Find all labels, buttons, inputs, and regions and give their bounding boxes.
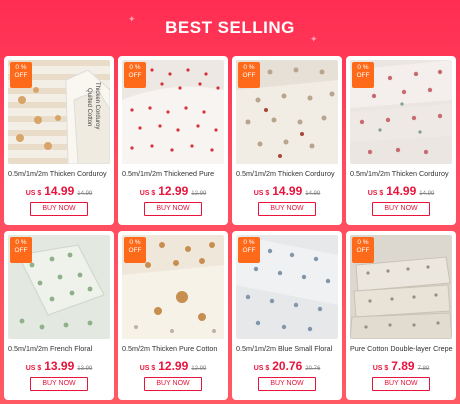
buy-now-button[interactable]: BUY NOW	[258, 377, 316, 391]
product-title[interactable]: 0.5m/1m/2m Thickened Pure	[121, 169, 225, 178]
old-price: 14.99	[77, 191, 93, 197]
price-row: US $ 12.99 12.99	[140, 359, 207, 373]
currency-label: US $	[25, 365, 42, 372]
price-row: US $ 12.99 12.99	[140, 184, 207, 198]
price-row: US $ 7.89 7.89	[373, 359, 430, 373]
price-row: US $ 13.99 13.99	[26, 359, 93, 373]
old-price: 20.76	[305, 366, 321, 372]
buy-now-button[interactable]: BUY NOW	[30, 202, 88, 216]
price: 12.99	[158, 184, 189, 198]
sparkle-icon: ✦	[310, 34, 318, 44]
currency-label: US $	[367, 190, 384, 197]
currency-label: US $	[139, 190, 156, 197]
discount-badge: 0 % OFF	[352, 237, 374, 263]
product-image[interactable]: 0 % OFF	[350, 235, 452, 339]
banner: ✦ ✦ BEST SELLING	[0, 0, 460, 56]
product-image[interactable]: 0 % OFF Thicken Corduroy Quilted Cotton	[8, 60, 110, 164]
price-row: US $ 20.76 20.76	[254, 359, 321, 373]
discount-badge: 0 % OFF	[124, 237, 146, 263]
product-card[interactable]: 0 % OFF 0.5m/1m/2m Thicken Corduroy US $ …	[232, 56, 342, 225]
product-title[interactable]: Pure Cotton Double-layer Crepe	[349, 344, 453, 353]
product-image[interactable]: 0 % OFF	[350, 60, 452, 164]
price: 7.89	[391, 359, 415, 373]
product-image[interactable]: 0 % OFF	[236, 235, 338, 339]
old-price: 13.99	[77, 366, 93, 372]
price: 14.99	[386, 184, 417, 198]
discount-badge: 0 % OFF	[10, 62, 32, 88]
image-caption: Thicken Corduroy	[94, 82, 100, 130]
price-row: US $ 14.99 14.99	[254, 184, 321, 198]
product-card[interactable]: 0 % OFF Pure Cotton Double-layer Crepe US…	[346, 231, 456, 400]
discount-badge: 0 % OFF	[352, 62, 374, 88]
buy-now-button[interactable]: BUY NOW	[372, 202, 430, 216]
product-image[interactable]: 0 % OFF	[8, 235, 110, 339]
old-price: 12.99	[191, 366, 207, 372]
product-card[interactable]: 0 % OFF 0.5m/1m/2m Blue Small Floral US $…	[232, 231, 342, 400]
discount-badge: 0 % OFF	[238, 237, 260, 263]
price: 12.99	[158, 359, 189, 373]
old-price: 14.99	[419, 191, 435, 197]
product-title[interactable]: 0.5m/1m/2m Thicken Corduroy	[7, 169, 111, 178]
discount-badge: 0 % OFF	[238, 62, 260, 88]
currency-label: US $	[253, 190, 270, 197]
price-row: US $ 14.99 14.99	[368, 184, 435, 198]
image-caption: Quilted Cotton	[86, 88, 92, 127]
price: 14.99	[44, 184, 75, 198]
product-card[interactable]: 0 % OFF Thicken Corduroy Quilted Cotton 0…	[4, 56, 114, 225]
product-title[interactable]: 0.5m/2m Thicken Pure Cotton	[121, 344, 225, 353]
discount-badge: 0 % OFF	[124, 62, 146, 88]
price: 13.99	[44, 359, 75, 373]
buy-now-button[interactable]: BUY NOW	[30, 377, 88, 391]
price-row: US $ 14.99 14.99	[26, 184, 93, 198]
price: 14.99	[272, 184, 303, 198]
buy-now-button[interactable]: BUY NOW	[144, 202, 202, 216]
currency-label: US $	[139, 365, 156, 372]
buy-now-button[interactable]: BUY NOW	[144, 377, 202, 391]
price: 20.76	[272, 359, 303, 373]
old-price: 12.99	[191, 191, 207, 197]
product-card[interactable]: 0 % OFF 0.5m/2m Thicken Pure Cotton US $ …	[118, 231, 228, 400]
buy-now-button[interactable]: BUY NOW	[372, 377, 430, 391]
product-image[interactable]: 0 % OFF	[122, 235, 224, 339]
product-card[interactable]: 0 % OFF 0.5m/1m/2m French Floral US $ 13.…	[4, 231, 114, 400]
currency-label: US $	[253, 365, 270, 372]
currency-label: US $	[372, 365, 389, 372]
currency-label: US $	[25, 190, 42, 197]
buy-now-button[interactable]: BUY NOW	[258, 202, 316, 216]
product-grid: 0 % OFF Thicken Corduroy Quilted Cotton 0…	[4, 56, 458, 400]
product-title[interactable]: 0.5m/1m/2m French Floral	[7, 344, 111, 353]
old-price: 7.89	[417, 366, 430, 372]
page-title: BEST SELLING	[165, 18, 295, 37]
discount-badge: 0 % OFF	[10, 237, 32, 263]
product-title[interactable]: 0.5m/1m/2m Thicken Corduroy	[235, 169, 339, 178]
product-card[interactable]: 0 % OFF 0.5m/1m/2m Thicken Corduroy US $ …	[346, 56, 456, 225]
product-title[interactable]: 0.5m/1m/2m Thicken Corduroy	[349, 169, 453, 178]
product-title[interactable]: 0.5m/1m/2m Blue Small Floral	[235, 344, 339, 353]
product-image[interactable]: 0 % OFF	[122, 60, 224, 164]
sparkle-icon: ✦	[128, 14, 136, 24]
product-card[interactable]: 0 % OFF 0.5m/1m/2m Thickened Pure US $ 12…	[118, 56, 228, 225]
product-image[interactable]: 0 % OFF	[236, 60, 338, 164]
old-price: 14.99	[305, 191, 321, 197]
